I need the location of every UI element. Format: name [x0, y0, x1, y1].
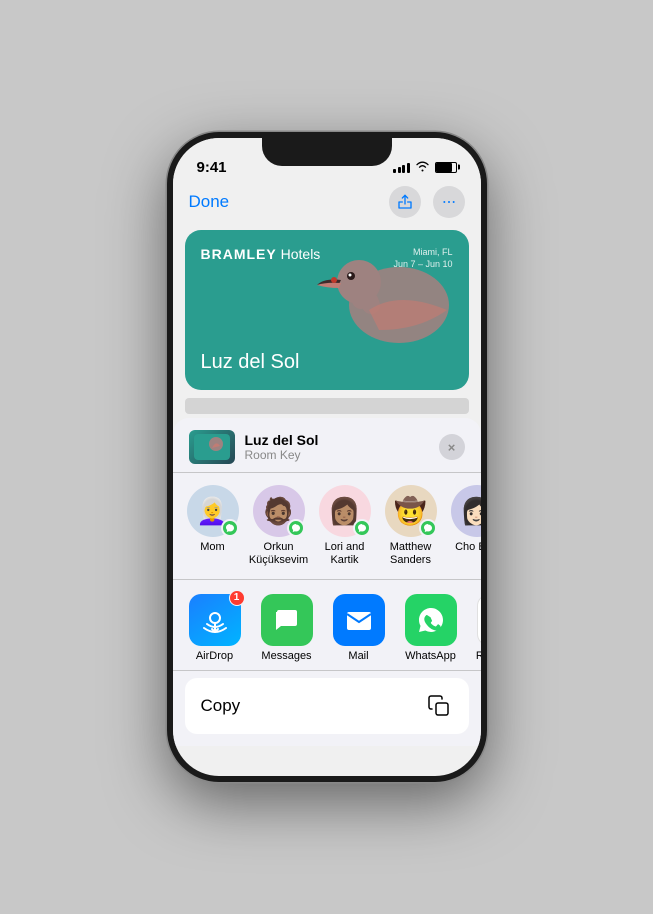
messages-label: Messages — [261, 650, 311, 662]
contact-cho[interactable]: 👩🏻 Cho Boo — [445, 485, 481, 567]
hotel-card: BRAMLEY Hotels Miami, FL Jun 7 – Jun 10 — [185, 230, 469, 390]
flamingo-illustration — [299, 250, 469, 380]
mail-label: Mail — [348, 650, 368, 662]
app-airdrop[interactable]: 1 AirDrop — [181, 594, 249, 662]
apps-row: 1 AirDrop Messages Mail — [173, 580, 481, 670]
status-icons — [393, 160, 457, 175]
whatsapp-label: WhatsApp — [405, 650, 456, 662]
share-item-title: Luz del Sol — [245, 432, 439, 448]
status-time: 9:41 — [197, 159, 227, 176]
reminders-icon — [477, 594, 481, 646]
share-thumbnail — [189, 430, 235, 464]
contact-lori[interactable]: 👩🏽 Lori and Kartik — [313, 485, 377, 567]
signal-icon — [393, 161, 410, 173]
contact-orkun[interactable]: 🧔🏽 Orkun Küçüksevim — [247, 485, 311, 567]
nav-action-icons — [389, 186, 465, 218]
contact-name: Orkun Küçüksevim — [247, 541, 311, 567]
contact-mom[interactable]: 👩‍🦳 Mom — [181, 485, 245, 567]
notch — [262, 138, 392, 166]
icon-wrap — [261, 594, 313, 646]
battery-icon — [435, 162, 457, 173]
contact-name: Matthew Sanders — [379, 541, 443, 567]
message-badge — [419, 519, 437, 537]
top-navigation: Done — [173, 182, 481, 226]
share-close-button[interactable]: × — [439, 434, 465, 460]
app-whatsapp[interactable]: WhatsApp — [397, 594, 465, 662]
contact-name: Mom — [200, 541, 224, 554]
share-item-subtitle: Room Key — [245, 448, 439, 462]
icon-wrap — [405, 594, 457, 646]
messages-icon — [261, 594, 313, 646]
mail-icon — [333, 594, 385, 646]
contact-name: Cho Boo — [455, 541, 480, 554]
whatsapp-icon — [405, 594, 457, 646]
app-mail[interactable]: Mail — [325, 594, 393, 662]
phone-screen: 9:41 — [173, 138, 481, 776]
icon-wrap: 1 — [189, 594, 241, 646]
app-messages[interactable]: Messages — [253, 594, 321, 662]
avatar: 👩🏻 — [451, 485, 481, 537]
message-badge — [221, 519, 239, 537]
phone-frame: 9:41 — [167, 132, 487, 782]
icon-wrap — [333, 594, 385, 646]
more-button[interactable] — [433, 186, 465, 218]
copy-icon — [425, 692, 453, 720]
share-info: Luz del Sol Room Key — [245, 432, 439, 462]
app-reminders[interactable]: Reminders — [469, 594, 481, 662]
avatar-wrap: 🧔🏽 — [253, 485, 305, 537]
sheet-divider-2 — [173, 670, 481, 671]
share-header: Luz del Sol Room Key × — [173, 418, 481, 473]
contacts-row: 👩‍🦳 Mom 🧔🏽 Orkun Küçüksevim 👩🏽 Lori and … — [173, 473, 481, 579]
message-badge — [287, 519, 305, 537]
avatar-wrap: 👩🏻 — [451, 485, 481, 537]
guest-name: Luz del Sol — [201, 351, 300, 374]
airdrop-badge: 1 — [229, 590, 245, 606]
contact-matthew[interactable]: 🤠 Matthew Sanders — [379, 485, 443, 567]
icon-wrap — [477, 594, 481, 646]
wifi-icon — [415, 160, 430, 175]
copy-row[interactable]: Copy — [185, 678, 469, 734]
below-card-hint — [185, 398, 469, 414]
message-badge — [353, 519, 371, 537]
contact-name: Lori and Kartik — [313, 541, 377, 567]
avatar-wrap: 👩🏽 — [319, 485, 371, 537]
avatar-wrap: 👩‍🦳 — [187, 485, 239, 537]
copy-label: Copy — [201, 696, 241, 716]
avatar-wrap: 🤠 — [385, 485, 437, 537]
share-sheet: Luz del Sol Room Key × 👩‍🦳 Mom 🧔🏽 Orkun … — [173, 418, 481, 746]
airdrop-label: AirDrop — [196, 650, 233, 662]
done-button[interactable]: Done — [189, 192, 230, 212]
share-button[interactable] — [389, 186, 421, 218]
reminders-label: Reminders — [476, 650, 481, 662]
